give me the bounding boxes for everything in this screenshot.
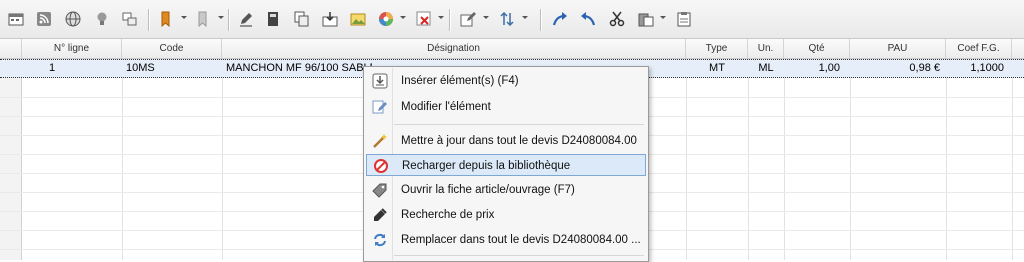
delete-table-icon[interactable] — [414, 9, 434, 29]
menu-item-price-search[interactable]: Recherche de prix — [366, 204, 646, 226]
context-menu: Insérer élément(s) (F4) Modifier l'éléme… — [363, 66, 649, 262]
copy-icon[interactable] — [292, 9, 312, 29]
insert-icon — [371, 72, 389, 90]
cell-code[interactable]: 10MS — [122, 59, 222, 78]
edit-element-icon — [371, 98, 389, 116]
tag-icon — [371, 181, 389, 199]
magic-wand-icon — [371, 132, 389, 150]
menu-item-reload-library[interactable]: Recharger depuis la bibliothèque — [366, 154, 646, 176]
menu-item-insert[interactable]: Insérer élément(s) (F4) — [366, 70, 646, 92]
lightbulb-icon[interactable] — [92, 9, 112, 29]
pencil-icon[interactable] — [236, 9, 256, 29]
toolbar — [0, 0, 1024, 39]
paste-icon[interactable] — [636, 9, 656, 29]
column-header-pau[interactable]: PAU — [850, 39, 946, 58]
edit-icon[interactable] — [458, 9, 478, 29]
menu-item-label: Modifier l'élément — [401, 101, 491, 113]
rss-icon[interactable] — [34, 9, 54, 29]
cut-icon[interactable] — [607, 9, 627, 29]
grid-header: N° ligne Code Désignation Type Un. Qté P… — [0, 39, 1024, 59]
cell-qty[interactable]: 1,00 — [784, 59, 844, 78]
cell-line[interactable]: 1 — [22, 59, 82, 78]
menu-item-label: Recherche de prix — [401, 209, 495, 221]
reload-forbidden-icon — [372, 157, 390, 175]
cell-unit[interactable]: ML — [748, 59, 784, 78]
replace-icon — [371, 231, 389, 249]
menu-item-label: Remplacer dans tout le devis D24080084.0… — [401, 234, 641, 246]
price-search-icon — [371, 206, 389, 224]
menu-item-label: Mettre à jour dans tout le devis D240800… — [401, 135, 637, 147]
menu-item-label: Insérer élément(s) (F4) — [401, 75, 519, 87]
bookmark-grey-icon[interactable] — [193, 9, 213, 29]
column-header-code[interactable]: Code — [122, 39, 222, 58]
row-header-corner — [0, 39, 22, 58]
calendar-icon[interactable] — [6, 9, 26, 29]
column-header-designation[interactable]: Désignation — [222, 39, 686, 58]
window-stack-icon[interactable] — [120, 9, 140, 29]
book-icon[interactable] — [263, 9, 283, 29]
cell-type[interactable]: MT — [686, 59, 748, 78]
menu-item-label: Recharger depuis la bibliothèque — [402, 160, 571, 172]
menu-item-modify[interactable]: Modifier l'élément — [366, 96, 646, 118]
column-header-coef[interactable]: Coef F.G. — [946, 39, 1012, 58]
globe-icon[interactable] — [63, 9, 83, 29]
menu-item-replace-all[interactable]: Remplacer dans tout le devis D24080084.0… — [366, 229, 646, 251]
sort-icon[interactable] — [497, 9, 517, 29]
menu-item-update-all[interactable]: Mettre à jour dans tout le devis D240800… — [366, 130, 646, 152]
picture-icon[interactable] — [348, 9, 368, 29]
undo-icon[interactable] — [578, 9, 598, 29]
import-icon[interactable] — [320, 9, 340, 29]
color-wheel-icon[interactable] — [376, 9, 396, 29]
cell-coef[interactable]: 1,1000 — [946, 59, 1008, 78]
column-header-extra — [1012, 39, 1024, 58]
column-header-unit[interactable]: Un. — [748, 39, 784, 58]
cell-pau[interactable]: 0,98 € — [850, 59, 944, 78]
column-header-line[interactable]: N° ligne — [22, 39, 122, 58]
bookmark-icon[interactable] — [156, 9, 176, 29]
redo-icon[interactable] — [550, 9, 570, 29]
clipboard-icon[interactable] — [674, 9, 694, 29]
menu-item-open-article[interactable]: Ouvrir la fiche article/ouvrage (F7) — [366, 179, 646, 201]
column-header-type[interactable]: Type — [686, 39, 748, 58]
cell-designation[interactable]: MANCHON MF 96/100 SABLE — [222, 59, 372, 78]
column-header-qty[interactable]: Qté — [784, 39, 850, 58]
menu-item-label: Ouvrir la fiche article/ouvrage (F7) — [401, 184, 575, 196]
